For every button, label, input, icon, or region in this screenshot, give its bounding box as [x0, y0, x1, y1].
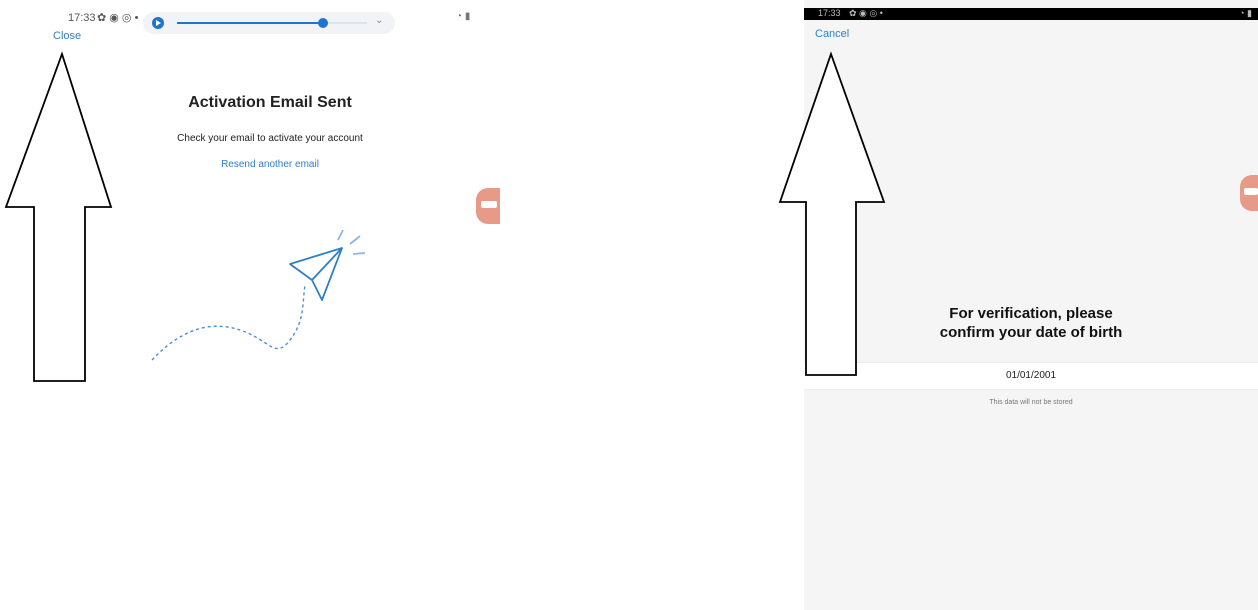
page-subtitle: Check your email to activate your accoun… — [177, 133, 363, 144]
paper-plane-icon — [289, 247, 343, 301]
left-screen: 17:33 ✿ ◉ ◎ • ◔ ▮ Close ⌄ Activation Ema… — [0, 0, 500, 610]
media-progress-knob[interactable] — [318, 18, 329, 28]
paper-plane-illustration — [151, 229, 366, 361]
status-icons: ✿ ◉ ◎ • — [97, 12, 139, 24]
resend-email-link[interactable]: Resend another email — [0, 159, 540, 170]
spark-line-2 — [349, 235, 361, 245]
verification-panel: For verification, please confirm your da… — [804, 0, 1258, 610]
bubble-teeth — [481, 201, 497, 208]
media-control-bar[interactable]: ⌄ — [143, 12, 395, 34]
play-icon[interactable] — [152, 17, 164, 29]
spark-line-3 — [352, 252, 366, 255]
dob-input[interactable]: 01/01/2001 — [804, 362, 1258, 390]
dob-value: 01/01/2001 — [1005, 370, 1057, 381]
dashed-flight-path — [151, 284, 306, 361]
close-button[interactable]: Close — [53, 30, 81, 42]
chevron-down-icon[interactable]: ⌄ — [375, 15, 383, 26]
spark-line-1 — [337, 229, 344, 241]
page-title: Activation Email Sent — [188, 94, 352, 111]
dob-note: This data will not be stored — [989, 399, 1073, 406]
wifi-signal-icon: ◔ ▮ — [456, 11, 471, 22]
floating-bubble-icon[interactable] — [476, 188, 500, 224]
status-time: 17:33 — [68, 12, 96, 24]
media-progress-fill — [177, 22, 324, 24]
verification-title: For verification, please confirm your da… — [939, 305, 1123, 341]
